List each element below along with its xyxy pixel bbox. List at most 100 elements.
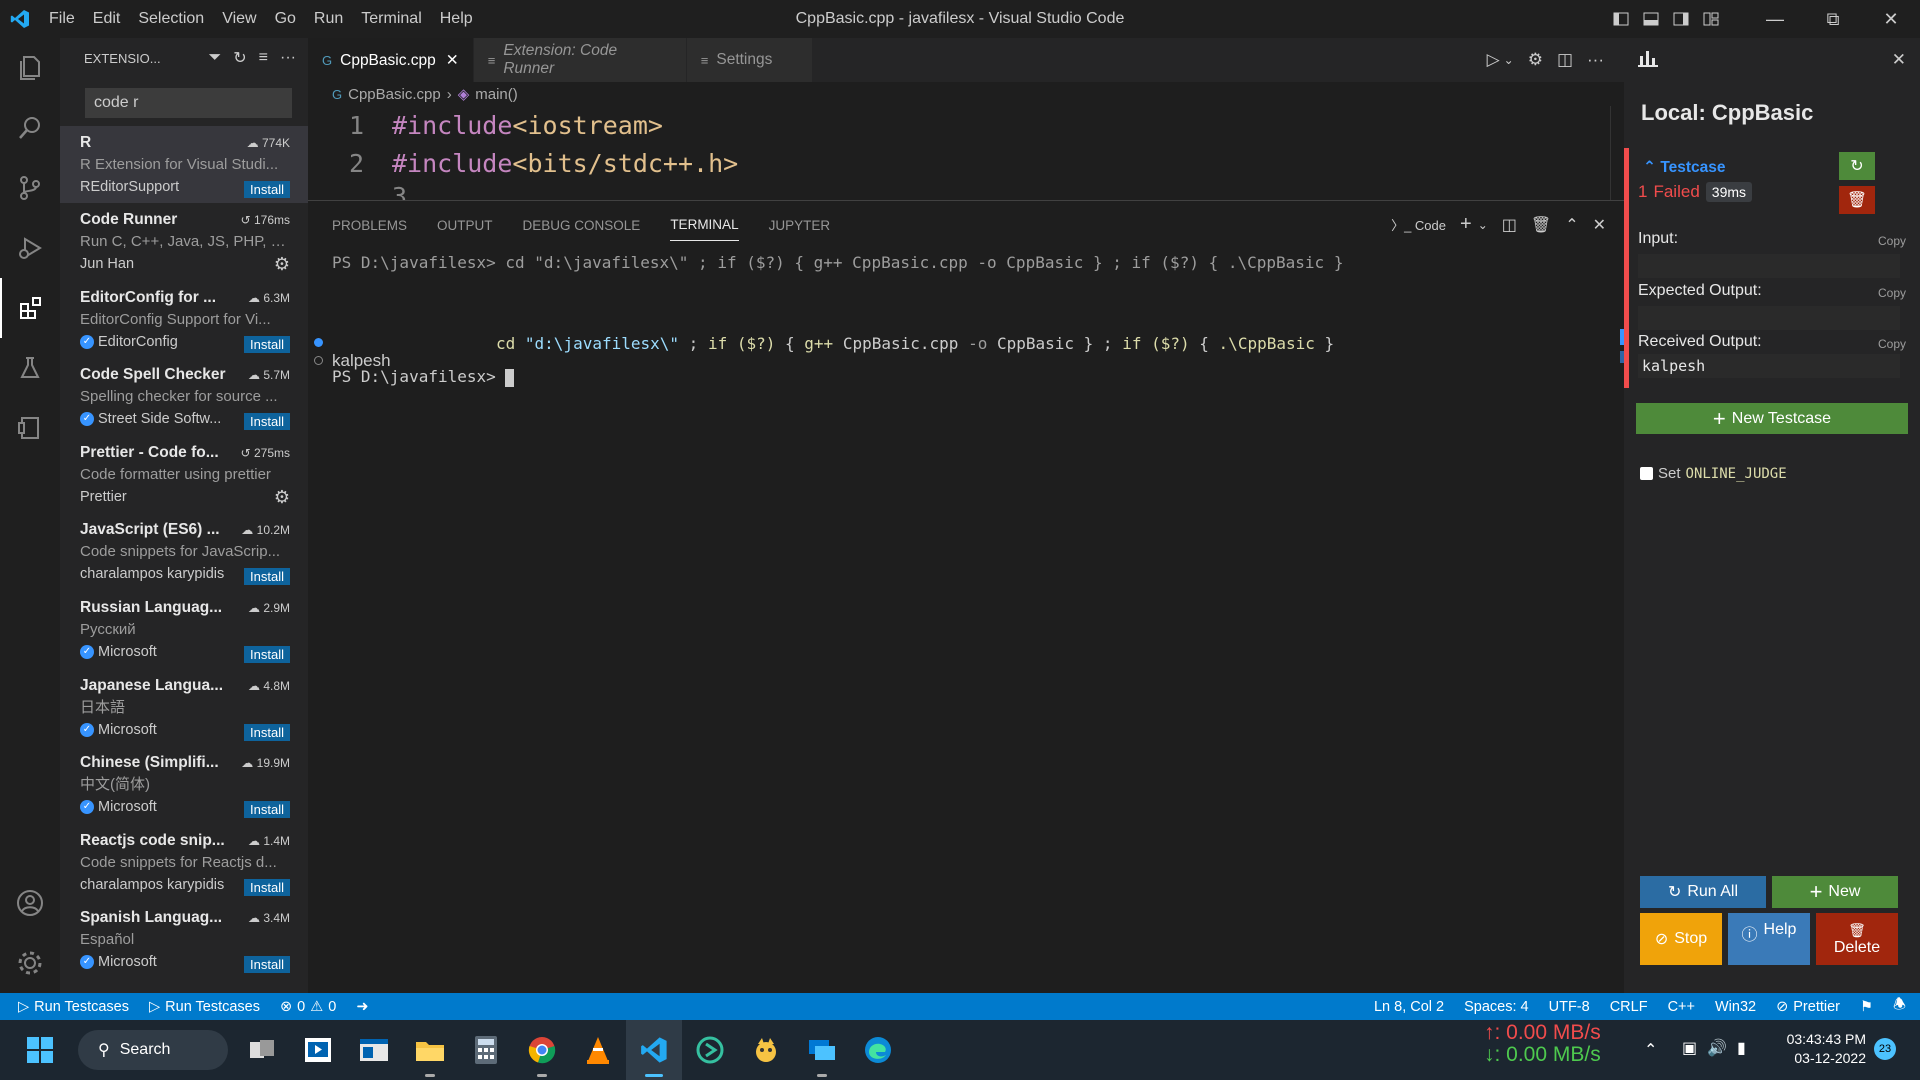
filter-icon[interactable]: ⏷ — [208, 49, 221, 67]
manage-gear-icon[interactable]: ⚙ — [274, 487, 290, 508]
install-button[interactable]: Install — [244, 724, 290, 741]
split-terminal-icon[interactable]: ◫ — [1502, 215, 1517, 235]
restore-icon[interactable]: ⧉ — [1804, 9, 1862, 30]
editor-scrollbar[interactable] — [1610, 106, 1624, 200]
clear-results-icon[interactable]: ≡ — [259, 49, 268, 67]
file-explorer-icon[interactable] — [402, 1020, 458, 1080]
install-button[interactable]: Install — [244, 568, 290, 585]
manage-gear-icon[interactable] — [0, 933, 60, 993]
extension-list-item[interactable]: JavaScript (ES6) ... ☁ 10.2M Code snippets… — [60, 513, 308, 590]
testcase-header[interactable]: ⌃ Testcase — [1643, 158, 1726, 177]
rerun-testcase-button[interactable]: ↻ — [1839, 152, 1875, 180]
stop-button[interactable]: ⊘ Stop — [1640, 913, 1722, 965]
prettier-status[interactable]: ⊘ Prettier — [1766, 999, 1850, 1015]
task-view-icon[interactable] — [234, 1020, 290, 1080]
run-testcases-status-2[interactable]: ▷ Run Testcases — [139, 999, 270, 1015]
gear-icon[interactable]: ⚙ — [1528, 50, 1543, 70]
tab-debug-console[interactable]: DEBUG CONSOLE — [523, 210, 641, 241]
toggle-secondary-sidebar-icon[interactable] — [1666, 12, 1696, 26]
taskbar-clock[interactable]: 03:43:43 PM 03-12-2022 — [1770, 1030, 1866, 1068]
split-editor-icon[interactable]: ◫ — [1557, 50, 1573, 70]
close-tab-icon[interactable]: ✕ — [446, 51, 459, 70]
extension-list-item[interactable]: Chinese (Simplifi... ☁ 19.9M 中文(简体) ✓ Micros… — [60, 746, 308, 823]
monitor-icon[interactable]: ▣ — [1682, 1038, 1697, 1058]
problems-status[interactable]: ⊗ 0 ⚠ 0 — [270, 999, 346, 1015]
platform[interactable]: Win32 — [1705, 999, 1766, 1015]
run-code-icon[interactable]: ▷ — [1487, 50, 1500, 70]
extension-search-input[interactable]: code r — [85, 88, 292, 118]
app-circle-icon[interactable] — [682, 1020, 738, 1080]
new-button[interactable]: + New — [1772, 876, 1898, 908]
menu-help[interactable]: Help — [431, 0, 482, 38]
menu-view[interactable]: View — [213, 0, 265, 38]
run-all-button[interactable]: ↻ Run All — [1640, 876, 1766, 908]
chevron-down-icon[interactable]: ⌄ — [1478, 218, 1488, 232]
encoding[interactable]: UTF-8 — [1539, 999, 1600, 1015]
refresh-icon[interactable]: ↻ — [233, 48, 246, 68]
volume-icon[interactable]: 🔊 — [1707, 1038, 1727, 1058]
notification-count-badge[interactable]: 23 — [1874, 1038, 1896, 1060]
toggle-primary-sidebar-icon[interactable] — [1606, 12, 1636, 26]
tab-output[interactable]: OUTPUT — [437, 210, 493, 241]
menu-go[interactable]: Go — [266, 0, 305, 38]
install-button[interactable]: Install — [244, 646, 290, 663]
extension-list-item[interactable]: EditorConfig for ... ☁ 6.3M EditorConfig S… — [60, 281, 308, 358]
mascot-app-icon[interactable] — [738, 1020, 794, 1080]
live-share-icon[interactable]: ➜ — [346, 999, 378, 1015]
media-player-app-icon[interactable] — [290, 1020, 346, 1080]
run-testcases-status-1[interactable]: ▷ Run Testcases — [0, 999, 139, 1015]
vscode-taskbar-icon[interactable] — [626, 1020, 682, 1080]
menu-terminal[interactable]: Terminal — [352, 0, 430, 38]
copy-received-button[interactable]: Copy — [1878, 337, 1906, 351]
language-mode[interactable]: C++ — [1658, 999, 1705, 1015]
menu-file[interactable]: File — [40, 0, 84, 38]
extension-list-item[interactable]: Code Runner ↺ 176ms Run C, C++, Java, JS, … — [60, 203, 308, 280]
command-decoration-dot[interactable] — [314, 356, 323, 365]
copy-expected-button[interactable]: Copy — [1878, 286, 1906, 300]
extension-list-item[interactable]: Japanese Langua... ☁ 4.8M 日本語 ✓ Microsoft Ins… — [60, 669, 308, 746]
minimize-icon[interactable]: — — [1746, 9, 1804, 30]
expected-output-field[interactable] — [1638, 306, 1900, 330]
transfer-app-icon[interactable] — [794, 1020, 850, 1080]
edge-icon[interactable] — [850, 1020, 906, 1080]
remote-explorer-icon[interactable] — [0, 398, 60, 458]
menu-run[interactable]: Run — [305, 0, 352, 38]
notifications-bell-icon[interactable]: 🕭 — [1883, 994, 1920, 1019]
testing-icon[interactable] — [0, 338, 60, 398]
explorer-icon[interactable] — [0, 38, 60, 98]
copy-input-button[interactable]: Copy — [1878, 234, 1906, 248]
code-editor[interactable]: 1 #include <iostream> 2 #include <bits/std… — [308, 106, 1624, 200]
delete-testcase-button[interactable]: 🗑 — [1839, 186, 1875, 214]
input-field[interactable] — [1638, 254, 1900, 278]
install-button[interactable]: Install — [244, 413, 290, 430]
feedback-icon[interactable]: ⚑ — [1850, 999, 1883, 1015]
windows-start-icon[interactable] — [12, 1020, 68, 1080]
source-control-icon[interactable] — [0, 158, 60, 218]
cursor-position[interactable]: Ln 8, Col 2 — [1364, 999, 1454, 1015]
search-icon[interactable] — [0, 98, 60, 158]
accounts-icon[interactable] — [0, 873, 60, 933]
menu-edit[interactable]: Edit — [84, 0, 130, 38]
extension-list-item[interactable]: Prettier - Code fo... ↺ 275ms Code formatt… — [60, 436, 308, 513]
extension-list-item[interactable]: Code Spell Checker ☁ 5.7M Spelling checker… — [60, 358, 308, 435]
battery-icon[interactable]: ▮ — [1737, 1038, 1746, 1058]
close-panel-icon[interactable]: ✕ — [1593, 215, 1606, 235]
menu-selection[interactable]: Selection — [129, 0, 213, 38]
new-testcase-button[interactable]: + New Testcase — [1636, 403, 1908, 434]
help-button[interactable]: ⓘ Help — [1728, 913, 1810, 965]
extensions-icon[interactable] — [0, 278, 60, 338]
command-success-dot[interactable] — [314, 338, 323, 347]
tab-problems[interactable]: PROBLEMS — [332, 210, 407, 241]
extension-list-item[interactable]: R ☁ 774K R Extension for Visual Studi... RE… — [60, 126, 308, 203]
taskbar-search[interactable]: ⚲ Search — [78, 1030, 228, 1070]
terminal-selector[interactable]: 〉_ Code — [1391, 215, 1446, 234]
close-panel-icon[interactable]: ✕ — [1892, 50, 1906, 70]
breadcrumb-symbol[interactable]: main() — [475, 86, 518, 103]
chrome-icon[interactable] — [514, 1020, 570, 1080]
extension-list-item[interactable]: Russian Languag... ☁ 2.9M Русский ✓ Microsof… — [60, 591, 308, 668]
install-button[interactable]: Install — [244, 879, 290, 896]
close-window-icon[interactable]: ✕ — [1862, 9, 1920, 30]
tab-terminal[interactable]: TERMINAL — [670, 209, 739, 241]
tab-jupyter[interactable]: JUPYTER — [769, 210, 831, 241]
install-button[interactable]: Install — [244, 336, 290, 353]
